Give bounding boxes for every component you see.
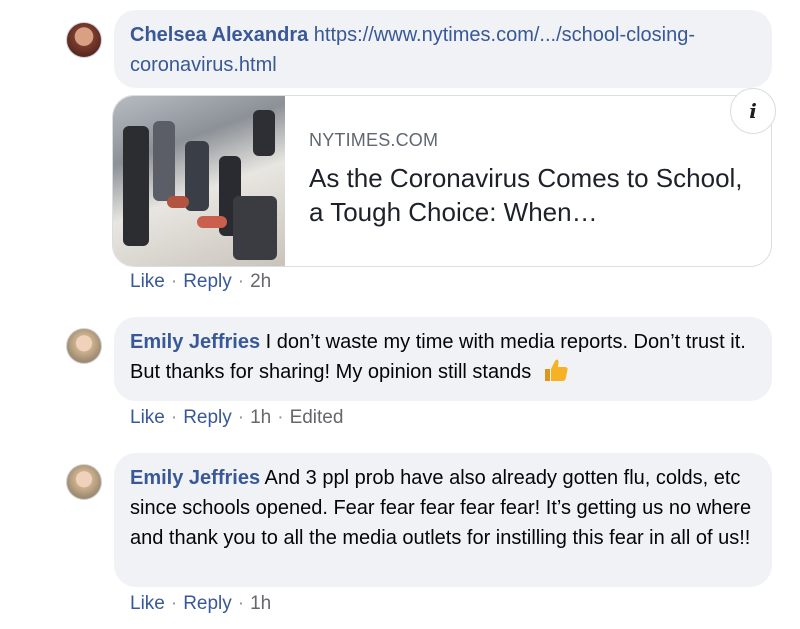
avatar[interactable] [66,464,102,500]
link-preview-text: NYTIMES.COM As the Coronavirus Comes to … [309,130,749,229]
comment-author[interactable]: Emily Jeffries [130,331,260,353]
comment-actions: Like · Reply · 1h [130,593,272,614]
like-button[interactable]: Like [130,407,165,428]
thumbs-up-icon [544,359,568,381]
comment-actions: Like · Reply · 2h [130,271,272,292]
comment-author[interactable]: Emily Jeffries [130,467,260,489]
comment-1: Chelsea Alexandra https://www.nytimes.co… [0,0,800,300]
comment-bubble: Emily Jeffries I don’t waste my time wit… [114,317,772,401]
reply-button[interactable]: Reply [183,593,232,614]
avatar[interactable] [66,328,102,364]
like-button[interactable]: Like [130,271,165,292]
comment-bubble: Chelsea Alexandra https://www.nytimes.co… [114,10,772,88]
avatar[interactable] [66,22,102,58]
comment-timestamp[interactable]: 1h [250,593,271,614]
link-preview-card[interactable]: NYTIMES.COM As the Coronavirus Comes to … [112,95,772,267]
link-preview-domain: NYTIMES.COM [309,130,439,150]
reply-button[interactable]: Reply [183,271,232,292]
comment-bubble: Emily Jeffries And 3 ppl prob have also … [114,453,772,587]
comment-timestamp[interactable]: 2h [250,271,271,292]
like-button[interactable]: Like [130,593,165,614]
link-preview-headline[interactable]: As the Coronavirus Comes to School, a To… [309,161,749,229]
edited-label[interactable]: Edited [290,407,344,428]
reply-button[interactable]: Reply [183,407,232,428]
comment-author[interactable]: Chelsea Alexandra [130,24,308,46]
link-preview-image [113,96,285,266]
info-icon[interactable]: i [730,88,776,134]
comment-actions: Like · Reply · 1h · Edited [130,407,344,428]
comment-timestamp[interactable]: 1h [250,407,271,428]
